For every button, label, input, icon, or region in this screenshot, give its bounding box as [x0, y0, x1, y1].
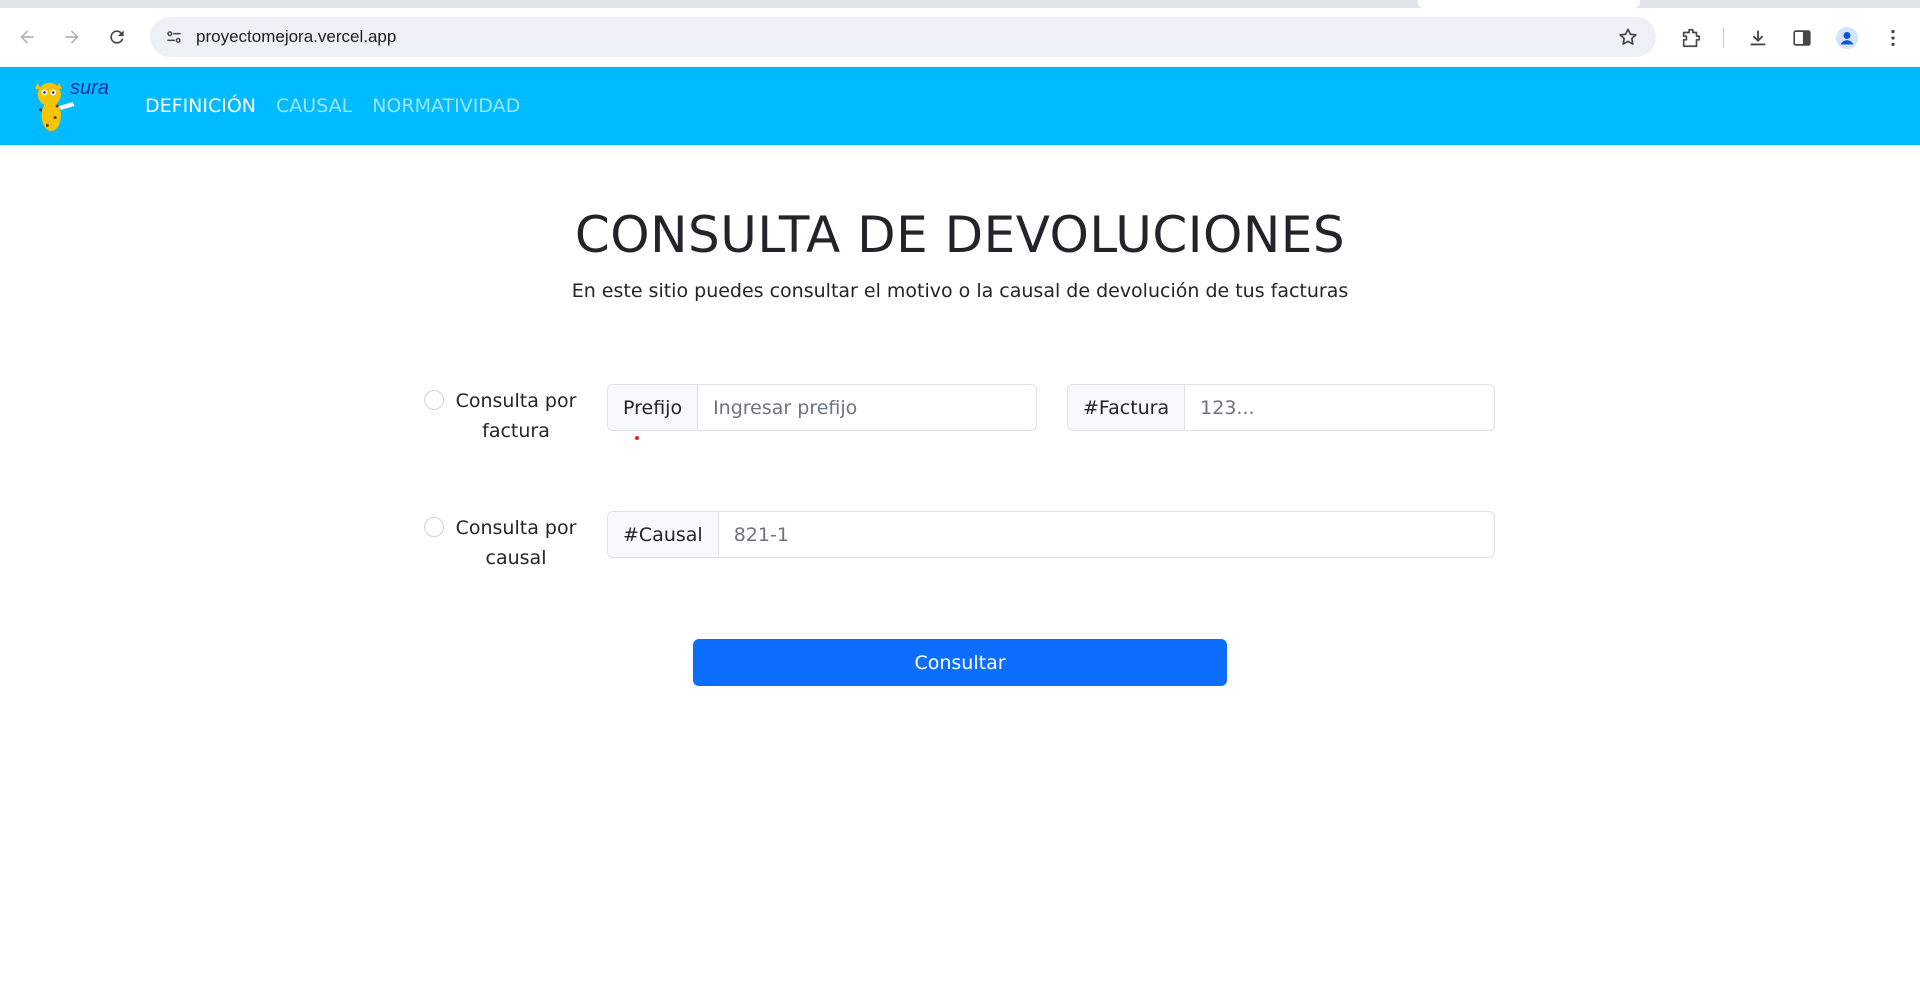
nav-link-causal[interactable]: CAUSAL — [276, 95, 352, 117]
factura-input-group: #Factura — [1067, 384, 1495, 431]
nav-link-definicion[interactable]: DEFINICIÓN — [145, 95, 256, 117]
bookmark-star-icon[interactable] — [1616, 25, 1640, 49]
prefijo-input-group: Prefijo — [607, 384, 1037, 431]
toolbar-separator — [1723, 28, 1724, 48]
consultar-button[interactable]: Consultar — [693, 639, 1227, 686]
nav-links: DEFINICIÓN CAUSAL NORMATIVIDAD — [145, 67, 540, 145]
causal-input[interactable] — [718, 512, 1494, 557]
site-info-icon[interactable] — [160, 23, 188, 51]
radio-label-causal: Consulta por causal — [446, 513, 586, 573]
profile-avatar-icon[interactable] — [1832, 23, 1862, 53]
download-icon[interactable] — [1743, 23, 1773, 53]
radio-label-causal-line2: causal — [485, 547, 547, 569]
radio-consulta-causal[interactable] — [424, 517, 444, 537]
menu-kebab-icon[interactable] — [1878, 23, 1908, 53]
side-panel-icon[interactable] — [1787, 23, 1817, 53]
page-subtitle: En este sitio puedes consultar el motivo… — [571, 280, 1349, 302]
nav-link-normatividad[interactable]: NORMATIVIDAD — [372, 95, 520, 117]
back-icon[interactable] — [10, 20, 44, 54]
factura-addon: #Factura — [1068, 385, 1186, 430]
browser-toolbar: proyectomejora.vercel.app — [0, 8, 1920, 67]
extensions-icon[interactable] — [1676, 23, 1706, 53]
page-title: CONSULTA DE DEVOLUCIONES — [574, 206, 1346, 264]
brand-name: sura — [70, 77, 109, 99]
prefijo-input[interactable] — [698, 385, 1036, 430]
factura-input[interactable] — [1185, 385, 1494, 430]
radio-label-factura-line2: factura — [482, 420, 550, 442]
site-navbar: sura DEFINICIÓN CAUSAL NORMATIVIDAD — [0, 67, 1920, 145]
address-bar[interactable]: proyectomejora.vercel.app — [150, 17, 1656, 57]
causal-addon: #Causal — [608, 512, 719, 557]
brand-logo[interactable]: sura — [30, 77, 130, 135]
causal-input-group: #Causal — [607, 511, 1495, 558]
browser-chrome: proyectomejora.vercel.app — [0, 0, 1920, 67]
radio-label-causal-line1: Consulta por — [455, 517, 577, 539]
red-dot-marker — [635, 436, 639, 440]
forward-icon[interactable] — [55, 20, 89, 54]
radio-label-factura-line1: Consulta por — [455, 390, 577, 412]
active-tab[interactable] — [1418, 0, 1640, 8]
radio-label-factura: Consulta por factura — [446, 386, 586, 446]
radio-consulta-factura[interactable] — [424, 390, 444, 410]
prefijo-addon: Prefijo — [608, 385, 699, 430]
reload-icon[interactable] — [100, 20, 134, 54]
url-text[interactable]: proyectomejora.vercel.app — [196, 27, 396, 47]
tab-strip — [0, 0, 1920, 8]
